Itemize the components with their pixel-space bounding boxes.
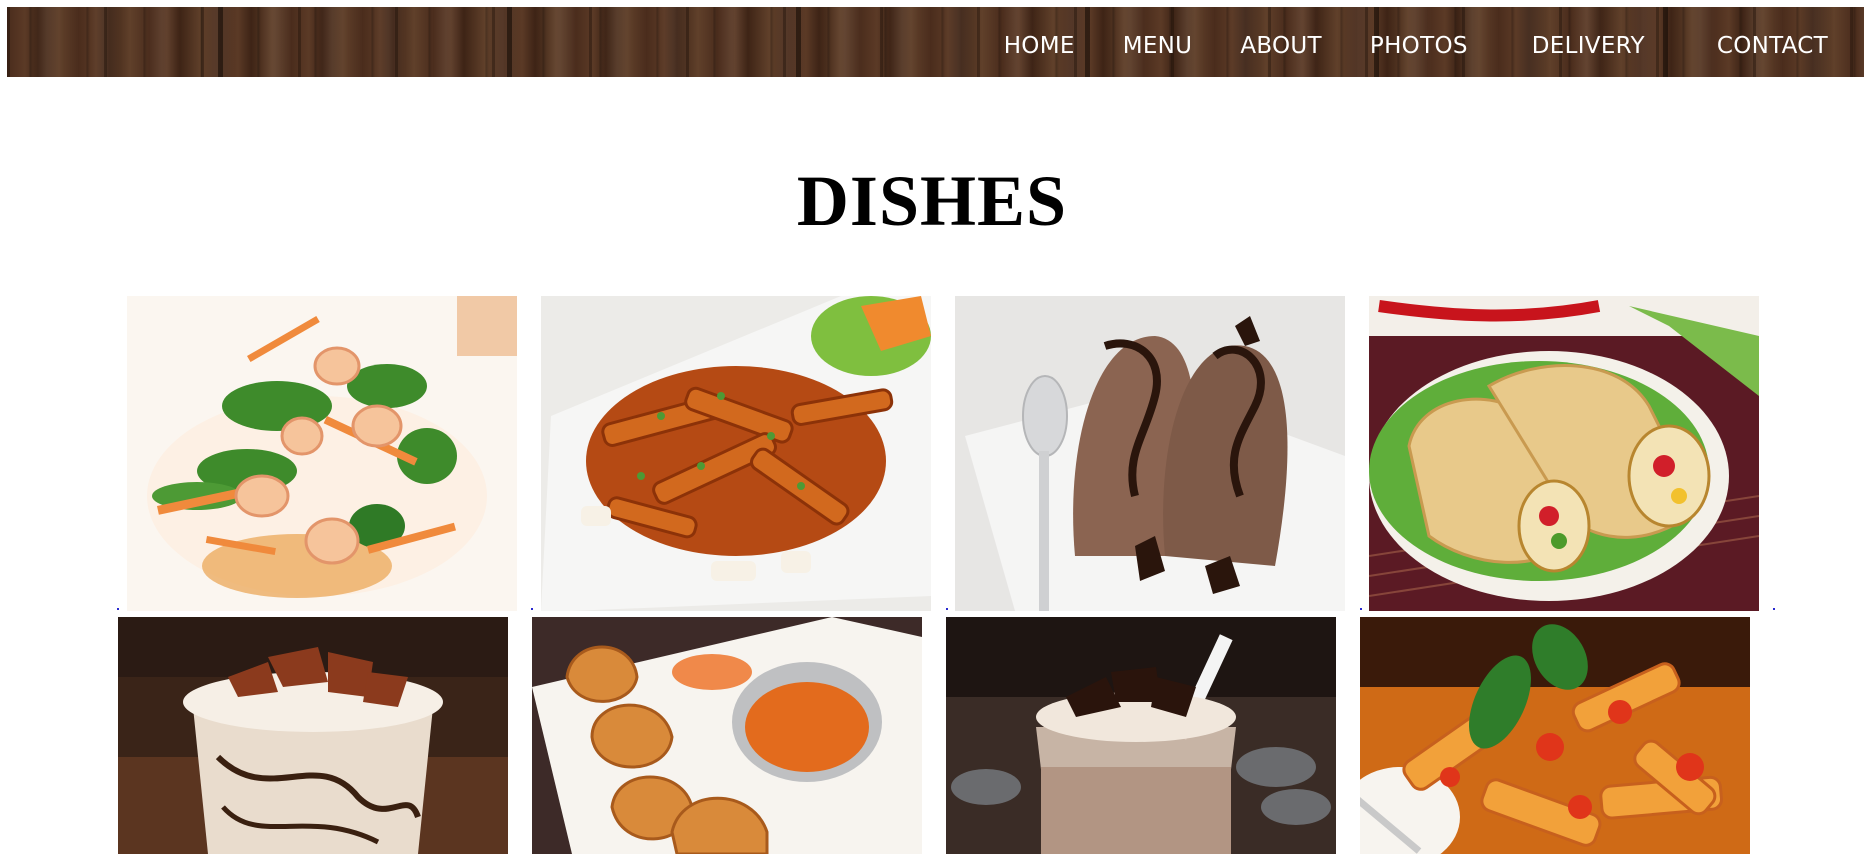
nav-photos-link[interactable]: PHOTOS bbox=[1370, 33, 1468, 59]
separator-dot bbox=[946, 608, 948, 610]
nav-menu-link[interactable]: MENU bbox=[1123, 33, 1193, 59]
fried-dumplings-image[interactable] bbox=[532, 617, 922, 854]
shrimp-salad-image[interactable] bbox=[127, 296, 517, 611]
nav-delivery-link[interactable]: DELIVERY bbox=[1532, 33, 1645, 59]
separator-dot bbox=[117, 608, 119, 610]
main-nav: HOME MENU ABOUT PHOTOS DELIVERY CONTACT bbox=[1004, 7, 1828, 77]
penne-pasta-image[interactable] bbox=[1360, 617, 1750, 854]
wraps-image[interactable] bbox=[1369, 296, 1759, 611]
top-navbar: HOME MENU ABOUT PHOTOS DELIVERY CONTACT bbox=[7, 7, 1864, 77]
chocolate-milkshake-image[interactable] bbox=[946, 617, 1336, 854]
nav-home-link[interactable]: HOME bbox=[1004, 33, 1075, 59]
separator-dot bbox=[1360, 608, 1362, 610]
separator-dot bbox=[531, 608, 533, 610]
nav-contact-link[interactable]: CONTACT bbox=[1717, 33, 1828, 59]
page-title: DISHES bbox=[796, 161, 1068, 241]
iced-coffee-image[interactable] bbox=[118, 617, 508, 854]
nav-about-link[interactable]: ABOUT bbox=[1240, 33, 1322, 59]
separator-dot bbox=[1773, 608, 1775, 610]
chocolate-ice-cream-image[interactable] bbox=[955, 296, 1345, 611]
tteokbokki-image[interactable] bbox=[541, 296, 931, 611]
